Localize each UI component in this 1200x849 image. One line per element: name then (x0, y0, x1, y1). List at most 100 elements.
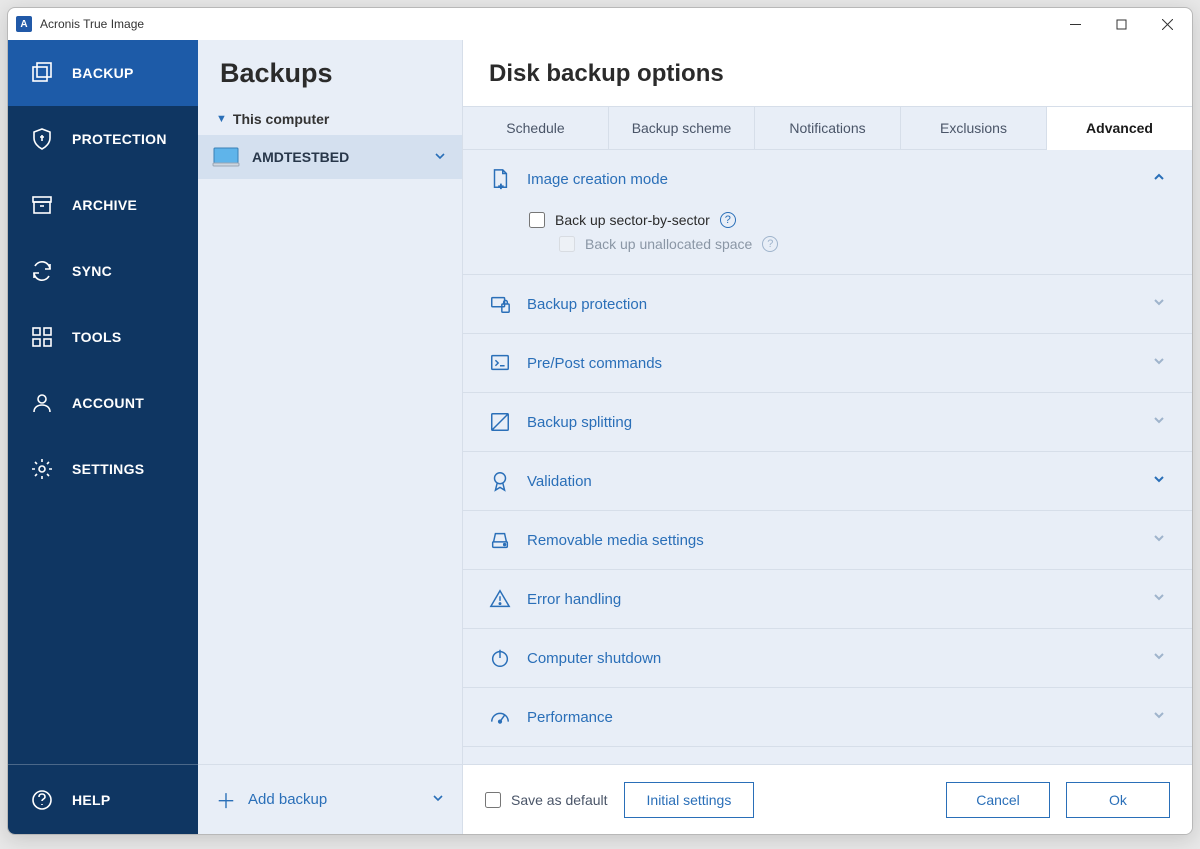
sidebar-item-archive[interactable]: ARCHIVE (8, 172, 198, 238)
initial-settings-button[interactable]: Initial settings (624, 782, 755, 818)
chevron-down-icon (1152, 472, 1166, 491)
section-label: Validation (527, 473, 592, 490)
section-removable-media-settings: Removable media settings (463, 511, 1192, 570)
split-icon (489, 411, 511, 433)
checkbox-unallocated-space: Back up unallocated space ? (559, 232, 1166, 256)
section-error-handling: Error handling (463, 570, 1192, 629)
sync-icon (30, 259, 54, 283)
sidebar-item-sync[interactable]: SYNC (8, 238, 198, 304)
sidebar-item-account[interactable]: ACCOUNT (8, 370, 198, 436)
sidebar-item-label: PROTECTION (72, 131, 167, 147)
section-validation: Validation (463, 452, 1192, 511)
settings-icon (30, 457, 54, 481)
section-header-computer-shutdown[interactable]: Computer shutdown (463, 629, 1192, 687)
window-close-button[interactable] (1144, 9, 1190, 39)
chevron-down-icon (1152, 413, 1166, 432)
sidebar-item-protection[interactable]: PROTECTION (8, 106, 198, 172)
checkbox-input[interactable] (529, 212, 545, 228)
sidebar-item-backup[interactable]: BACKUP (8, 40, 198, 106)
save-as-default-checkbox[interactable]: Save as default (485, 788, 608, 812)
chevron-down-icon (1152, 708, 1166, 727)
sidebar-item-label: SETTINGS (72, 461, 144, 477)
ribbon-icon (489, 470, 511, 492)
section-label: Backup protection (527, 296, 647, 313)
chevron-up-icon (1152, 170, 1166, 189)
checkbox-label: Save as default (511, 792, 608, 808)
section-pre-post-commands: Pre/Post commands (463, 334, 1192, 393)
chevron-down-icon (1152, 649, 1166, 668)
backup-list-panel: Backups ▼ This computer AMDTESTBED ＋ Add… (198, 40, 463, 834)
section-label: Image creation mode (527, 171, 668, 188)
section-backup-splitting: Backup splitting (463, 393, 1192, 452)
tools-icon (30, 325, 54, 349)
section-label: Computer shutdown (527, 650, 661, 667)
app-title: Acronis True Image (40, 17, 144, 31)
tab-backup-scheme[interactable]: Backup scheme (609, 107, 755, 149)
section-label: Error handling (527, 591, 621, 608)
warning-icon (489, 588, 511, 610)
tab-advanced[interactable]: Advanced (1047, 107, 1192, 150)
chevron-down-icon[interactable] (434, 149, 446, 165)
drive-icon (489, 529, 511, 551)
backup-group-this-computer[interactable]: ▼ This computer (198, 103, 462, 135)
sidebar-item-label: HELP (72, 792, 111, 808)
document-plus-icon (489, 168, 511, 190)
app-icon: A (16, 16, 32, 32)
section-label: Removable media settings (527, 532, 704, 549)
checkbox-sector-by-sector[interactable]: Back up sector-by-sector ? (529, 208, 1166, 232)
sidebar-item-tools[interactable]: TOOLS (8, 304, 198, 370)
add-backup-button[interactable]: ＋ Add backup (198, 764, 462, 834)
titlebar: A Acronis True Image (8, 8, 1192, 40)
main-panel: Disk backup options Schedule Backup sche… (463, 40, 1192, 834)
help-icon[interactable]: ? (720, 212, 736, 228)
section-header-image-creation-mode[interactable]: Image creation mode (463, 150, 1192, 208)
sidebar-item-label: SYNC (72, 263, 112, 279)
tab-notifications[interactable]: Notifications (755, 107, 901, 149)
chevron-down-icon (1152, 295, 1166, 314)
backup-group-label: This computer (233, 111, 329, 127)
cancel-button[interactable]: Cancel (946, 782, 1050, 818)
add-backup-label: Add backup (248, 791, 327, 808)
section-header-backup-splitting[interactable]: Backup splitting (463, 393, 1192, 451)
section-header-error-handling[interactable]: Error handling (463, 570, 1192, 628)
section-header-removable-media[interactable]: Removable media settings (463, 511, 1192, 569)
computer-icon (212, 147, 240, 167)
section-label: Backup splitting (527, 414, 632, 431)
chevron-down-icon (1152, 531, 1166, 550)
sidebar-item-label: BACKUP (72, 65, 134, 81)
sidebar-item-help[interactable]: HELP (8, 764, 198, 834)
section-header-backup-protection[interactable]: Backup protection (463, 275, 1192, 333)
advanced-options-list: Image creation mode Back up sector-by-se… (463, 150, 1192, 764)
collapse-arrow-icon: ▼ (216, 113, 227, 125)
tab-schedule[interactable]: Schedule (463, 107, 609, 149)
terminal-icon (489, 352, 511, 374)
checkbox-label: Back up sector-by-sector (555, 212, 710, 228)
chevron-down-icon (1152, 590, 1166, 609)
checkbox-input[interactable] (485, 792, 501, 808)
backup-icon (30, 61, 54, 85)
sidebar-item-label: ACCOUNT (72, 395, 144, 411)
backup-list-title: Backups (220, 58, 440, 89)
backup-item[interactable]: AMDTESTBED (198, 135, 462, 179)
chevron-down-icon (1152, 354, 1166, 373)
archive-icon (30, 193, 54, 217)
ok-button[interactable]: Ok (1066, 782, 1170, 818)
shield-icon (30, 127, 54, 151)
section-header-performance[interactable]: Performance (463, 688, 1192, 746)
help-icon (30, 788, 54, 812)
account-icon (30, 391, 54, 415)
section-performance: Performance (463, 688, 1192, 747)
checkbox-input (559, 236, 575, 252)
window-maximize-button[interactable] (1098, 9, 1144, 39)
chevron-down-icon[interactable] (432, 791, 444, 808)
section-backup-protection: Backup protection (463, 275, 1192, 334)
section-header-pre-post-commands[interactable]: Pre/Post commands (463, 334, 1192, 392)
lock-icon (489, 293, 511, 315)
tab-exclusions[interactable]: Exclusions (901, 107, 1047, 149)
help-icon: ? (762, 236, 778, 252)
checkbox-label: Back up unallocated space (585, 236, 752, 252)
power-icon (489, 647, 511, 669)
section-header-validation[interactable]: Validation (463, 452, 1192, 510)
sidebar-item-settings[interactable]: SETTINGS (8, 436, 198, 502)
window-minimize-button[interactable] (1052, 9, 1098, 39)
